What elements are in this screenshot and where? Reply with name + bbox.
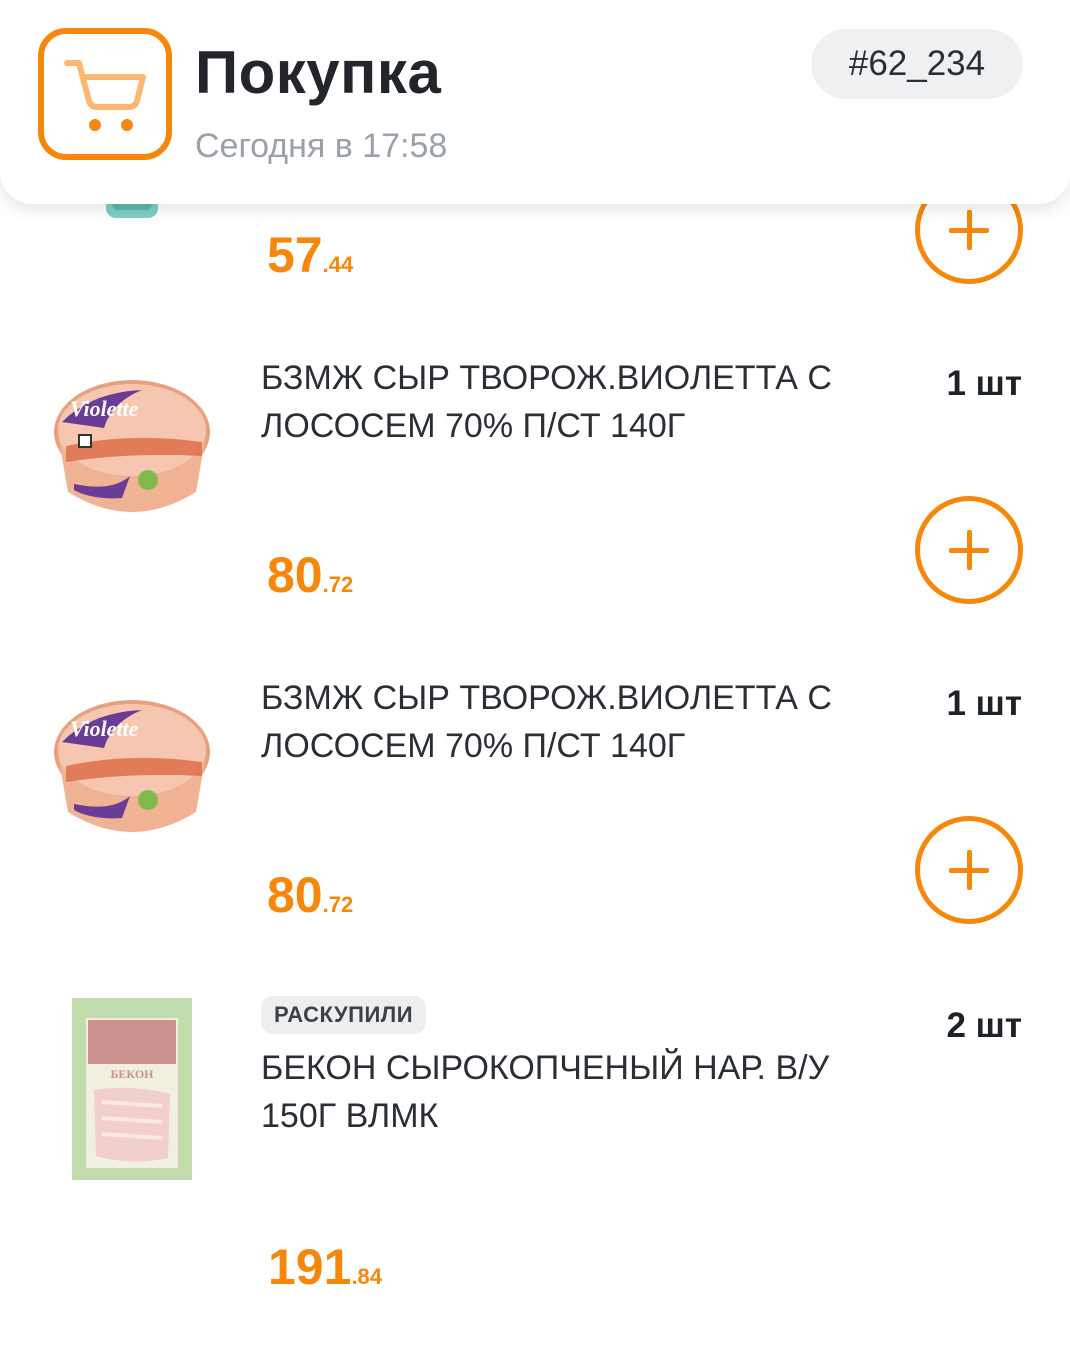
list-item: Violette БЗМЖ СЫР ТВОРОЖ.ВИОЛЕТТА С ЛОСО… [0,320,1070,640]
purchase-time: Сегодня в 17:58 [195,127,448,165]
add-to-cart-button[interactable] [915,496,1023,604]
package-label: БЕКОН [110,1067,154,1081]
item-price: 80.72 [267,867,354,923]
item-name: БЕКОН СЫРОКОПЧЕНЫЙ НАР. В/У 150Г ВЛМК [261,1049,830,1135]
product-image: Violette [52,692,212,842]
item-price: 191.84 [268,1239,383,1295]
purchase-screen: 57.44 Violette БЗМЖ СЫР ТВОРОЖ.ВИОЛЕТТА … [0,0,1070,1349]
product-image: Violette [52,372,212,522]
item-price: 57.44 [267,227,354,283]
item-price: 80.72 [267,547,354,603]
list-item: БЕКОН РАСКУПИЛИ БЕКОН СЫРОКОПЧЕНЫЙ НАР. … [0,960,1070,1349]
item-name: БЗМЖ СЫР ТВОРОЖ.ВИОЛЕТТА С ЛОСОСЕМ 70% П… [261,679,832,765]
brand-label: Violette [70,716,139,741]
product-image: БЕКОН [72,998,192,1180]
item-quantity: 2 шт [946,1006,1022,1045]
item-name: БЗМЖ СЫР ТВОРОЖ.ВИОЛЕТТА С ЛОСОСЕМ 70% П… [261,359,832,445]
brand-label: Violette [70,396,139,421]
add-to-cart-button[interactable] [915,816,1023,924]
list-item: Violette БЗМЖ СЫР ТВОРОЖ.ВИОЛЕТТА С ЛОСО… [0,640,1070,960]
order-number-badge: #62_234 [811,29,1023,99]
page-title: Покупка [195,39,442,106]
item-quantity: 1 шт [946,364,1022,403]
sold-out-badge: РАСКУПИЛИ [261,996,427,1034]
shopping-cart-icon [38,28,172,160]
item-quantity: 1 шт [946,684,1022,723]
purchase-header: Покупка Сегодня в 17:58 #62_234 [0,0,1070,204]
